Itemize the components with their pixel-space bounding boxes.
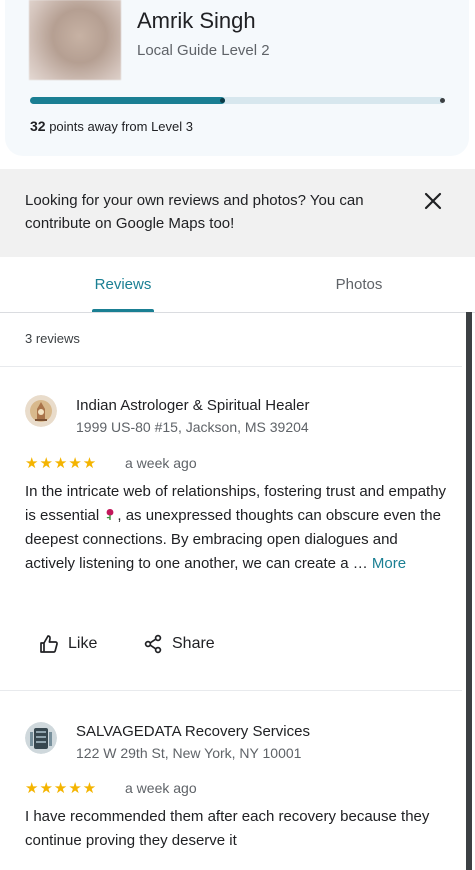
share-button[interactable]: Share (143, 634, 215, 654)
tab-reviews[interactable]: Reviews (60, 257, 186, 312)
contribute-banner: Looking for your own reviews and photos?… (0, 169, 475, 257)
progress-end-marker (440, 98, 445, 103)
server-icon (25, 722, 57, 754)
business-name[interactable]: SALVAGEDATA Recovery Services (76, 723, 310, 740)
temple-icon (25, 395, 57, 427)
profile-card: Amrik Singh Local Guide Level 2 32 point… (5, 0, 469, 156)
rose-icon (106, 509, 114, 520)
progress-current-marker (219, 98, 225, 103)
like-label: Like (68, 635, 98, 652)
divider (0, 366, 462, 367)
close-icon (424, 192, 442, 210)
active-tab-indicator (92, 309, 154, 312)
tab-photos[interactable]: Photos (296, 257, 422, 312)
star-rating: ★★★★★ (25, 455, 98, 472)
review-time: a week ago (125, 780, 197, 796)
share-label: Share (172, 635, 215, 652)
level-progress-fill (30, 97, 225, 104)
points-away-count: 32 (30, 118, 46, 134)
review-time: a week ago (125, 455, 197, 471)
review-count: 3 reviews (25, 331, 80, 346)
divider (0, 690, 462, 691)
like-button[interactable]: Like (39, 634, 97, 654)
share-icon (144, 634, 162, 654)
local-guide-level: Local Guide Level 2 (137, 42, 270, 59)
business-avatar[interactable] (25, 395, 57, 427)
banner-close-button[interactable] (418, 186, 448, 216)
level-progress-bar (30, 97, 445, 104)
points-away-label: points away from Level 3 (45, 119, 193, 134)
business-avatar[interactable] (25, 722, 57, 754)
avatar[interactable] (29, 0, 121, 80)
business-address: 1999 US-80 #15, Jackson, MS 39204 (76, 419, 309, 435)
thumbs-up-icon (40, 635, 58, 653)
profile-name: Amrik Singh (137, 8, 256, 33)
scrollbar[interactable] (466, 312, 472, 870)
review-text: I have recommended them after each recov… (25, 808, 430, 849)
business-address: 122 W 29th St, New York, NY 10001 (76, 745, 302, 761)
points-away-text: 32 points away from Level 3 (30, 118, 193, 134)
tab-bar: Reviews Photos (0, 257, 475, 313)
business-name[interactable]: Indian Astrologer & Spiritual Healer (76, 397, 309, 414)
more-link[interactable]: More (372, 555, 406, 572)
contribute-banner-text: Looking for your own reviews and photos?… (25, 192, 364, 232)
star-rating: ★★★★★ (25, 780, 98, 797)
review-text: In the intricate web of relationships, f… (25, 480, 450, 576)
